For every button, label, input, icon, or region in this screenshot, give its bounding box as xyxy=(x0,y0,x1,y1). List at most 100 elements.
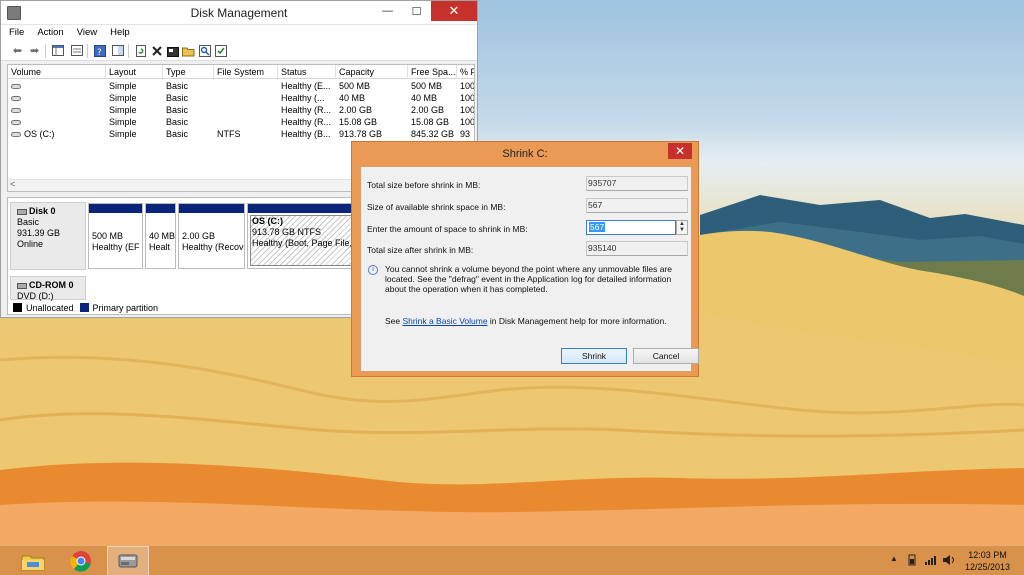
cell-free: 845.32 GB xyxy=(411,129,455,139)
open-icon[interactable] xyxy=(182,44,195,57)
column-capacity[interactable]: Capacity xyxy=(336,65,408,79)
column-status[interactable]: Status xyxy=(278,65,336,79)
show-pane-icon[interactable] xyxy=(111,44,124,57)
disk-management-taskbar-icon[interactable] xyxy=(107,546,149,575)
disk-0-size: 931.39 GB xyxy=(17,228,61,238)
network-icon[interactable] xyxy=(924,554,938,568)
menu-view[interactable]: View xyxy=(77,25,97,41)
explore-icon[interactable] xyxy=(198,44,211,57)
power-icon[interactable] xyxy=(906,554,918,568)
legend-swatch-unallocated xyxy=(13,303,22,312)
dialog-close-button[interactable]: ✕ xyxy=(668,143,692,159)
volume-icon xyxy=(11,120,21,126)
table-row[interactable]: Simple Basic Healthy (R... 2.00 GB 2.00 … xyxy=(8,104,474,116)
table-row[interactable]: Simple Basic Healthy (R... 15.08 GB 15.0… xyxy=(8,116,474,128)
help-icon[interactable]: ? xyxy=(93,44,106,57)
total-after-label: Total size after shrink in MB: xyxy=(367,245,474,255)
file-explorer-icon[interactable] xyxy=(12,546,54,575)
dialog-body: Total size before shrink in MB: 935707 S… xyxy=(360,166,699,372)
title-bar: Disk Management — ☐ ✕ xyxy=(1,1,477,25)
shrink-button[interactable]: Shrink xyxy=(561,348,627,364)
refresh-icon[interactable] xyxy=(134,44,147,57)
back-icon[interactable]: ⬅ xyxy=(11,44,24,57)
shrink-amount-spinner[interactable]: ▲ ▼ xyxy=(676,220,688,235)
volume-icon xyxy=(11,108,21,114)
menu-bar: File Action View Help xyxy=(1,25,477,41)
rescan-icon[interactable] xyxy=(214,44,227,57)
properties2-icon[interactable] xyxy=(166,44,179,57)
partition-msr[interactable]: 40 MB Healt xyxy=(145,203,176,269)
cell-capacity: 15.08 GB xyxy=(339,117,378,127)
cell-volume: OS (C:) xyxy=(11,128,106,140)
info-text: You cannot shrink a volume beyond the po… xyxy=(385,264,672,294)
cell-type: Basic xyxy=(166,105,189,115)
maximize-button[interactable]: ☐ xyxy=(402,1,431,21)
disk-icon xyxy=(17,208,27,215)
cell-status: Healthy (B... xyxy=(281,129,331,139)
svg-text:?: ? xyxy=(97,48,102,57)
cell-pct: 100 xyxy=(460,117,475,127)
table-row[interactable]: Simple Basic Healthy (... 40 MB 40 MB 10… xyxy=(8,92,474,104)
cell-volume xyxy=(11,116,106,128)
column-type[interactable]: Type xyxy=(163,65,214,79)
disk-0-state: Online xyxy=(17,239,44,249)
column-volume[interactable]: Volume xyxy=(8,65,106,79)
cell-layout: Simple xyxy=(109,129,137,139)
disk-0-label[interactable]: Disk 0 Basic 931.39 GB Online xyxy=(10,202,86,270)
close-button[interactable]: ✕ xyxy=(431,1,477,21)
cancel-button[interactable]: Cancel xyxy=(633,348,699,364)
cell-type: Basic xyxy=(166,81,189,91)
cell-status: Healthy (E... xyxy=(281,81,331,91)
legend-swatch-primary xyxy=(79,303,89,312)
table-row[interactable]: Simple Basic Healthy (E... 500 MB 500 MB… xyxy=(8,80,474,92)
scroll-left-icon[interactable]: < xyxy=(10,179,15,189)
delete-icon[interactable] xyxy=(150,44,163,57)
legend-unallocated: Unallocated xyxy=(26,302,74,313)
shrink-basic-volume-link[interactable]: Shrink a Basic Volume xyxy=(403,316,488,326)
cell-volume xyxy=(11,80,106,92)
menu-help[interactable]: Help xyxy=(110,25,130,41)
cell-layout: Simple xyxy=(109,81,137,91)
show-hidden-icons-icon[interactable]: ▲ xyxy=(890,554,898,563)
cdrom-0-label[interactable]: CD-ROM 0 DVD (D:) xyxy=(10,276,86,301)
console-tree-icon[interactable] xyxy=(51,44,64,57)
column-percent-free[interactable]: % F xyxy=(457,65,474,79)
column-layout[interactable]: Layout xyxy=(106,65,163,79)
cell-pct: 100 xyxy=(460,81,475,91)
column-free-space[interactable]: Free Spa... xyxy=(408,65,457,79)
cell-volume xyxy=(11,92,106,104)
properties-icon[interactable] xyxy=(70,44,83,57)
toolbar: ⬅ ➡ ? xyxy=(1,41,477,61)
legend-primary-partition: Primary partition xyxy=(92,302,159,313)
cell-free: 500 MB xyxy=(411,81,443,91)
clock[interactable]: 12:03 PM 12/25/2013 xyxy=(965,549,1010,573)
table-row[interactable]: OS (C:) Simple Basic NTFS Healthy (B... … xyxy=(8,128,474,140)
total-before-value: 935707 xyxy=(586,176,688,191)
spin-down-icon[interactable]: ▼ xyxy=(677,227,687,233)
cell-volume xyxy=(11,104,106,116)
disk-0-type: Basic xyxy=(17,217,40,227)
volume-icon[interactable] xyxy=(942,554,956,568)
cell-status: Healthy (R... xyxy=(281,117,332,127)
menu-file[interactable]: File xyxy=(9,25,24,41)
cell-status: Healthy (R... xyxy=(281,105,332,115)
shrink-amount-input[interactable]: 567 xyxy=(586,220,676,235)
cell-type: Basic xyxy=(166,117,189,127)
cell-capacity: 2.00 GB xyxy=(339,105,373,115)
chrome-icon[interactable] xyxy=(60,546,102,575)
column-file-system[interactable]: File System xyxy=(214,65,278,79)
forward-icon[interactable]: ➡ xyxy=(28,44,41,57)
dialog-title: Shrink C: xyxy=(502,148,548,160)
shrink-dialog: Shrink C: ✕ Total size before shrink in … xyxy=(351,141,699,377)
cdrom-icon xyxy=(17,282,27,289)
partition-efi[interactable]: 500 MB Healthy (EF xyxy=(88,203,143,269)
minimize-button[interactable]: — xyxy=(373,1,402,21)
cell-free: 40 MB xyxy=(411,93,438,103)
cell-capacity: 500 MB xyxy=(339,81,371,91)
partition-recovery[interactable]: 2.00 GB Healthy (Recov xyxy=(178,203,245,269)
cell-pct: 100 xyxy=(460,93,475,103)
cell-capacity: 40 MB xyxy=(339,93,366,103)
total-after-value: 935140 xyxy=(586,241,688,256)
cell-fs: NTFS xyxy=(217,129,241,139)
menu-action[interactable]: Action xyxy=(37,25,63,41)
